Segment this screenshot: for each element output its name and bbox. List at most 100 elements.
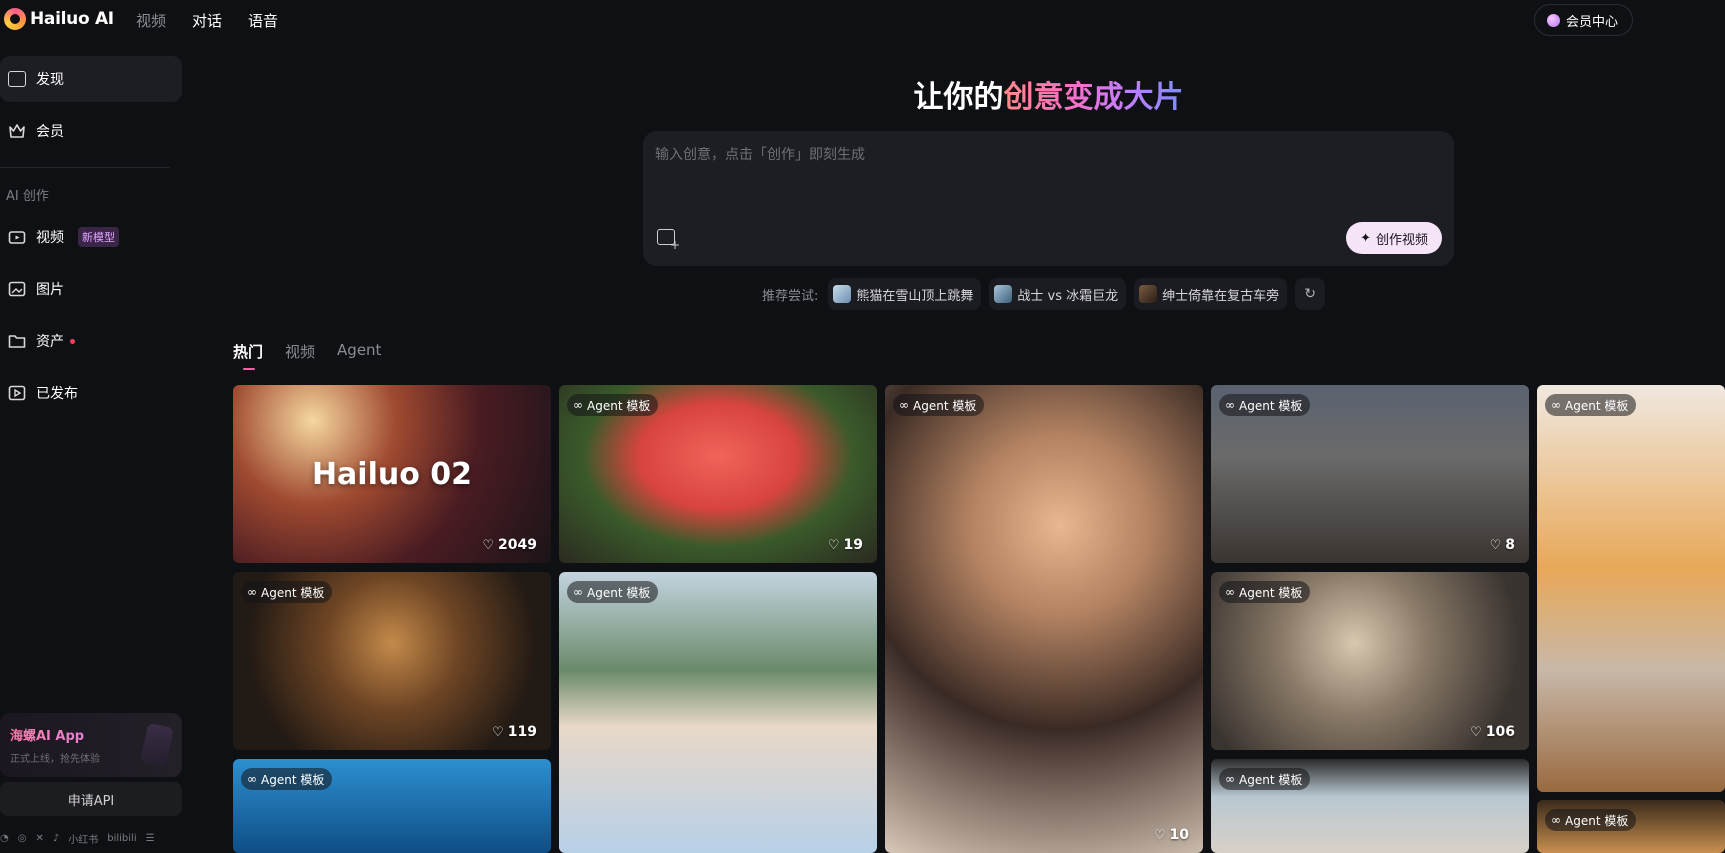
card-likes: ♡ 119 (492, 724, 537, 740)
agent-template-tag: ∞ Agent 模板 (893, 394, 985, 416)
gallery-card[interactable]: ∞ Agent 模板 (559, 572, 877, 853)
gallery-card[interactable]: ∞ Agent 模板 (1537, 800, 1725, 853)
card-likes: ♡ 19 (828, 537, 863, 553)
weibo-icon[interactable]: ◎ (18, 833, 27, 844)
heart-icon[interactable]: ♡ (492, 725, 504, 740)
agent-template-tag: ∞ Agent 模板 (1219, 581, 1311, 603)
agent-icon: ∞ (573, 585, 583, 599)
agent-template-tag: ∞ Agent 模板 (567, 581, 659, 603)
agent-icon: ∞ (899, 398, 909, 412)
vip-center-label: 会员中心 (1565, 14, 1618, 30)
social-links: ◔ ◎ ✕ ♪ 小红书 bilibili ☰ (0, 831, 182, 846)
gallery-card[interactable]: Hailuo 02 ♡ 2049 (233, 385, 551, 563)
heart-icon[interactable]: ♡ (828, 538, 840, 553)
gallery-card[interactable]: ∞ Agent 模板 ♡ 119 (233, 572, 551, 750)
app-promo-card[interactable]: 海螺AI App 正式上线，抢先体验 (0, 713, 182, 777)
image-upload-icon[interactable] (657, 229, 680, 252)
sidebar-item-label: 会员 (36, 124, 64, 140)
suggestion-label: 绅士倚靠在复古车旁 (1162, 288, 1280, 304)
top-nav-chat[interactable]: 对话 (192, 10, 222, 31)
gallery-card[interactable]: ∞ Agent 模板 (1211, 759, 1529, 853)
create-video-label: 创作视频 (1375, 231, 1428, 247)
suggestions: 推荐尝试: 熊猫在雪山顶上跳舞 战士 vs 冰霜巨龙 绅士倚靠在复古车旁 ↻ (762, 278, 1326, 310)
like-count: 106 (1485, 724, 1515, 740)
agent-icon: ∞ (1551, 813, 1561, 827)
sidebar: 发现 会员 AI 创作 视频 新模型 图片 资产 已发布 海螺AI App 正式… (0, 50, 182, 853)
sidebar-item-assets[interactable]: 资产 (0, 318, 182, 364)
agent-template-tag: ∞ Agent 模板 (1219, 768, 1311, 790)
sidebar-item-label: 发现 (36, 72, 64, 88)
gallery-card[interactable]: ∞ Agent 模板 ♡ 8 (1211, 385, 1529, 563)
tab-hot[interactable]: 热门 (233, 341, 263, 370)
x-icon[interactable]: ✕ (35, 833, 43, 844)
agent-template-tag: ∞ Agent 模板 (1545, 394, 1637, 416)
card-title-text: Hailuo 02 (311, 457, 473, 492)
heart-icon[interactable]: ♡ (482, 538, 494, 553)
bilibili-link[interactable]: bilibili (107, 833, 136, 844)
sidebar-item-discover[interactable]: 发现 (0, 56, 182, 102)
suggestion-thumbnail (833, 285, 852, 303)
gallery-card[interactable]: ∞ Agent 模板 ♡ 19 (559, 385, 877, 563)
published-icon (8, 385, 26, 401)
hero-title: 让你的创意变成大片 (643, 72, 1454, 116)
like-count: 2049 (498, 537, 537, 553)
wechat-icon[interactable]: ◔ (0, 833, 9, 844)
tiktok-icon[interactable]: ♪ (53, 833, 59, 844)
tab-agent[interactable]: Agent (337, 341, 381, 370)
sidebar-item-label: 已发布 (36, 386, 78, 402)
vip-gem-icon (1546, 13, 1560, 27)
image-icon (8, 281, 26, 297)
heart-icon[interactable]: ♡ (1490, 538, 1502, 553)
gallery-card[interactable]: ∞ Agent 模板 ♡ 106 (1211, 572, 1529, 750)
more-icon[interactable]: ☰ (146, 833, 155, 844)
content-tabs: 热门 视频 Agent (233, 341, 381, 370)
suggestion-thumbnail (1139, 285, 1158, 303)
gallery-card[interactable]: ∞ Agent 模板 ♡ 10 (885, 385, 1203, 853)
suggestion-chip[interactable]: 熊猫在雪山顶上跳舞 (828, 278, 982, 310)
sidebar-item-image[interactable]: 图片 (0, 266, 182, 312)
card-likes: ♡ 106 (1470, 724, 1515, 740)
folder-icon (8, 335, 26, 348)
suggestion-thumbnail (994, 285, 1013, 303)
tab-video[interactable]: 视频 (285, 341, 315, 370)
like-count: 10 (1169, 827, 1189, 843)
agent-template-tag: ∞ Agent 模板 (1545, 809, 1637, 831)
prompt-box: ✦ 创作视频 (643, 131, 1454, 266)
crown-icon (9, 124, 25, 138)
top-nav-video[interactable]: 视频 (136, 10, 166, 31)
refresh-suggestions-icon[interactable]: ↻ (1295, 278, 1326, 310)
agent-icon: ∞ (247, 772, 257, 786)
xiaohongshu-link[interactable]: 小红书 (68, 831, 98, 846)
agent-icon: ∞ (573, 398, 583, 412)
top-nav: 视频 对话 语音 (136, 10, 278, 31)
hailuo-logo-icon (4, 8, 26, 30)
heart-icon[interactable]: ♡ (1470, 725, 1482, 740)
sidebar-item-membership[interactable]: 会员 (0, 108, 182, 154)
suggestion-chip[interactable]: 战士 vs 冰霜巨龙 (989, 278, 1127, 310)
agent-icon: ∞ (1225, 772, 1235, 786)
logo[interactable]: Hailuo AI (4, 8, 114, 30)
vip-center-button[interactable]: 会员中心 (1533, 4, 1633, 36)
suggestion-label: 熊猫在雪山顶上跳舞 (856, 288, 974, 304)
new-model-badge: 新模型 (78, 227, 119, 247)
top-nav-voice[interactable]: 语音 (248, 10, 278, 31)
like-count: 19 (843, 537, 863, 553)
agent-template-tag: ∞ Agent 模板 (241, 768, 333, 790)
agent-icon: ∞ (1551, 398, 1561, 412)
suggestion-chip[interactable]: 绅士倚靠在复古车旁 (1134, 278, 1288, 310)
gallery-card[interactable]: ∞ Agent 模板 (1537, 385, 1725, 792)
card-likes: ♡ 8 (1490, 537, 1515, 553)
apply-api-button[interactable]: 申请API (0, 782, 182, 816)
create-video-button[interactable]: ✦ 创作视频 (1346, 222, 1442, 254)
prompt-input[interactable] (655, 143, 1435, 167)
heart-icon[interactable]: ♡ (1154, 828, 1166, 843)
like-count: 8 (1505, 537, 1515, 553)
agent-icon: ∞ (1225, 398, 1235, 412)
logo-text: Hailuo AI (30, 9, 114, 29)
sidebar-item-published[interactable]: 已发布 (0, 370, 182, 416)
agent-template-tag: ∞ Agent 模板 (1219, 394, 1311, 416)
hero-title-plain: 让你的 (913, 80, 1004, 115)
gallery-card[interactable]: ∞ Agent 模板 (233, 759, 551, 853)
sidebar-item-video[interactable]: 视频 新模型 (0, 214, 182, 260)
discover-icon (8, 71, 26, 87)
